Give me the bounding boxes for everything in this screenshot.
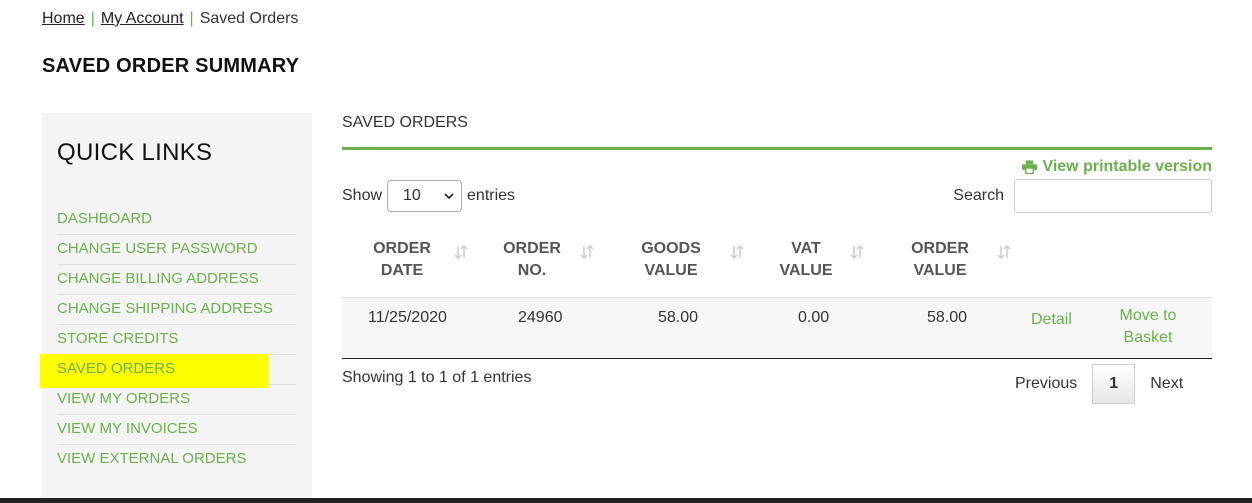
sidebar-item-view-my-orders[interactable]: VIEW MY ORDERS [57, 385, 296, 415]
next-page-button[interactable]: Next [1135, 365, 1198, 403]
table-header: ORDER DATE ORDER NO. GOODS VALUE VAT VALUE O… [342, 232, 1212, 298]
sidebar-item-label: STORE CREDITS [57, 330, 179, 347]
cell-vat-value: 0.00 [798, 309, 830, 326]
search-control: Search [953, 179, 1212, 213]
breadcrumb-home-link[interactable]: Home [42, 10, 85, 27]
cell-goods-value: 58.00 [658, 309, 699, 326]
sidebar-item-label: DASHBOARD [57, 210, 153, 227]
sidebar-item-change-user-password[interactable]: CHANGE USER PASSWORD [57, 235, 296, 265]
column-header-line: ORDER [373, 240, 431, 257]
column-header-order-no[interactable]: ORDER NO. [492, 238, 572, 282]
sidebar-list: DASHBOARD CHANGE USER PASSWORD CHANGE BI… [40, 205, 296, 475]
sidebar-item-label: VIEW EXTERNAL ORDERS [57, 450, 247, 467]
breadcrumb-account-link[interactable]: My Account [101, 10, 184, 27]
search-label: Search [953, 187, 1004, 204]
cell-order-date: 11/25/2020 [368, 309, 447, 326]
sidebar-item-change-shipping-address[interactable]: CHANGE SHIPPING ADDRESS [57, 295, 296, 325]
column-header-line: DATE [380, 262, 424, 279]
sidebar-item-saved-orders[interactable]: SAVED ORDERS [40, 354, 296, 388]
sidebar-item-label: CHANGE USER PASSWORD [57, 240, 258, 257]
saved-orders-table: ORDER DATE ORDER NO. GOODS VALUE VAT VALUE O… [342, 232, 1212, 359]
move-to-basket-label: Move to [1119, 307, 1177, 324]
entries-label: entries [467, 187, 516, 204]
move-to-basket-link[interactable]: Move to Basket [1110, 305, 1186, 349]
sidebar-item-label: CHANGE SHIPPING ADDRESS [57, 300, 273, 317]
show-label: Show [342, 187, 383, 204]
column-header-line: ORDER [503, 240, 561, 257]
sidebar-item-label: CHANGE BILLING ADDRESS [57, 270, 259, 287]
sidebar-item-label: VIEW MY INVOICES [57, 420, 198, 437]
sidebar-item-store-credits[interactable]: STORE CREDITS [57, 325, 296, 355]
detail-link[interactable]: Detail [1031, 309, 1072, 331]
cell-order-value: 58.00 [927, 309, 968, 326]
sidebar-item-view-my-invoices[interactable]: VIEW MY INVOICES [57, 415, 296, 445]
sort-arrows-icon[interactable] [729, 244, 745, 260]
section-divider [342, 147, 1212, 150]
footer-border [0, 498, 1252, 503]
move-to-basket-label: Basket [1123, 329, 1173, 346]
column-header-line: VALUE [913, 262, 967, 279]
entries-select-value: 10 [403, 187, 421, 204]
breadcrumb-separator: | [189, 10, 194, 27]
sidebar-item-label: SAVED ORDERS [57, 360, 176, 377]
sort-arrows-icon[interactable] [453, 244, 469, 260]
chevron-down-icon [444, 193, 454, 200]
printable-version-link[interactable]: View printable version [1022, 158, 1212, 176]
column-header-line: VALUE [644, 262, 698, 279]
column-header-goods-value[interactable]: GOODS VALUE [631, 238, 711, 282]
column-header-order-value[interactable]: ORDER VALUE [900, 238, 980, 282]
search-input[interactable] [1014, 179, 1212, 213]
sidebar-title: QUICK LINKS [57, 139, 213, 166]
column-header-order-date[interactable]: ORDER DATE [362, 238, 442, 282]
pagination: Previous 1 Next [1000, 364, 1198, 404]
page-title: SAVED ORDER SUMMARY [42, 55, 300, 77]
sort-arrows-icon[interactable] [579, 244, 595, 260]
printer-icon [1022, 160, 1038, 174]
column-header-vat-value[interactable]: VAT VALUE [766, 238, 846, 282]
sidebar-item-label: VIEW MY ORDERS [57, 390, 191, 407]
table-row: 11/25/2020 24960 58.00 0.00 58.00 Detail… [342, 298, 1212, 359]
sort-arrows-icon[interactable] [849, 244, 865, 260]
previous-page-button[interactable]: Previous [1000, 365, 1092, 403]
breadcrumb-separator: | [90, 10, 95, 27]
table-info: Showing 1 to 1 of 1 entries [342, 369, 532, 386]
page-number-button[interactable]: 1 [1092, 364, 1136, 404]
column-header-line: VAT [791, 240, 821, 257]
entries-select[interactable]: 10 [387, 180, 463, 212]
sidebar-item-dashboard[interactable]: DASHBOARD [57, 205, 296, 235]
breadcrumb-current: Saved Orders [199, 10, 299, 27]
entries-length-control: Show 10 entries [342, 180, 515, 212]
column-header-line: VALUE [779, 262, 833, 279]
sidebar-item-change-billing-address[interactable]: CHANGE BILLING ADDRESS [57, 265, 296, 295]
column-header-line: GOODS [641, 240, 701, 257]
sidebar-item-view-external-orders[interactable]: VIEW EXTERNAL ORDERS [57, 445, 296, 475]
cell-order-no: 24960 [518, 309, 563, 326]
quick-links-sidebar: QUICK LINKS DASHBOARD CHANGE USER PASSWO… [40, 113, 312, 503]
column-header-line: NO. [517, 262, 547, 279]
column-header-line: ORDER [911, 240, 969, 257]
printable-version-label: View printable version [1042, 158, 1212, 175]
section-title: SAVED ORDERS [342, 114, 468, 131]
sort-arrows-icon[interactable] [996, 244, 1012, 260]
breadcrumb: Home | My Account | Saved Orders [42, 10, 298, 28]
